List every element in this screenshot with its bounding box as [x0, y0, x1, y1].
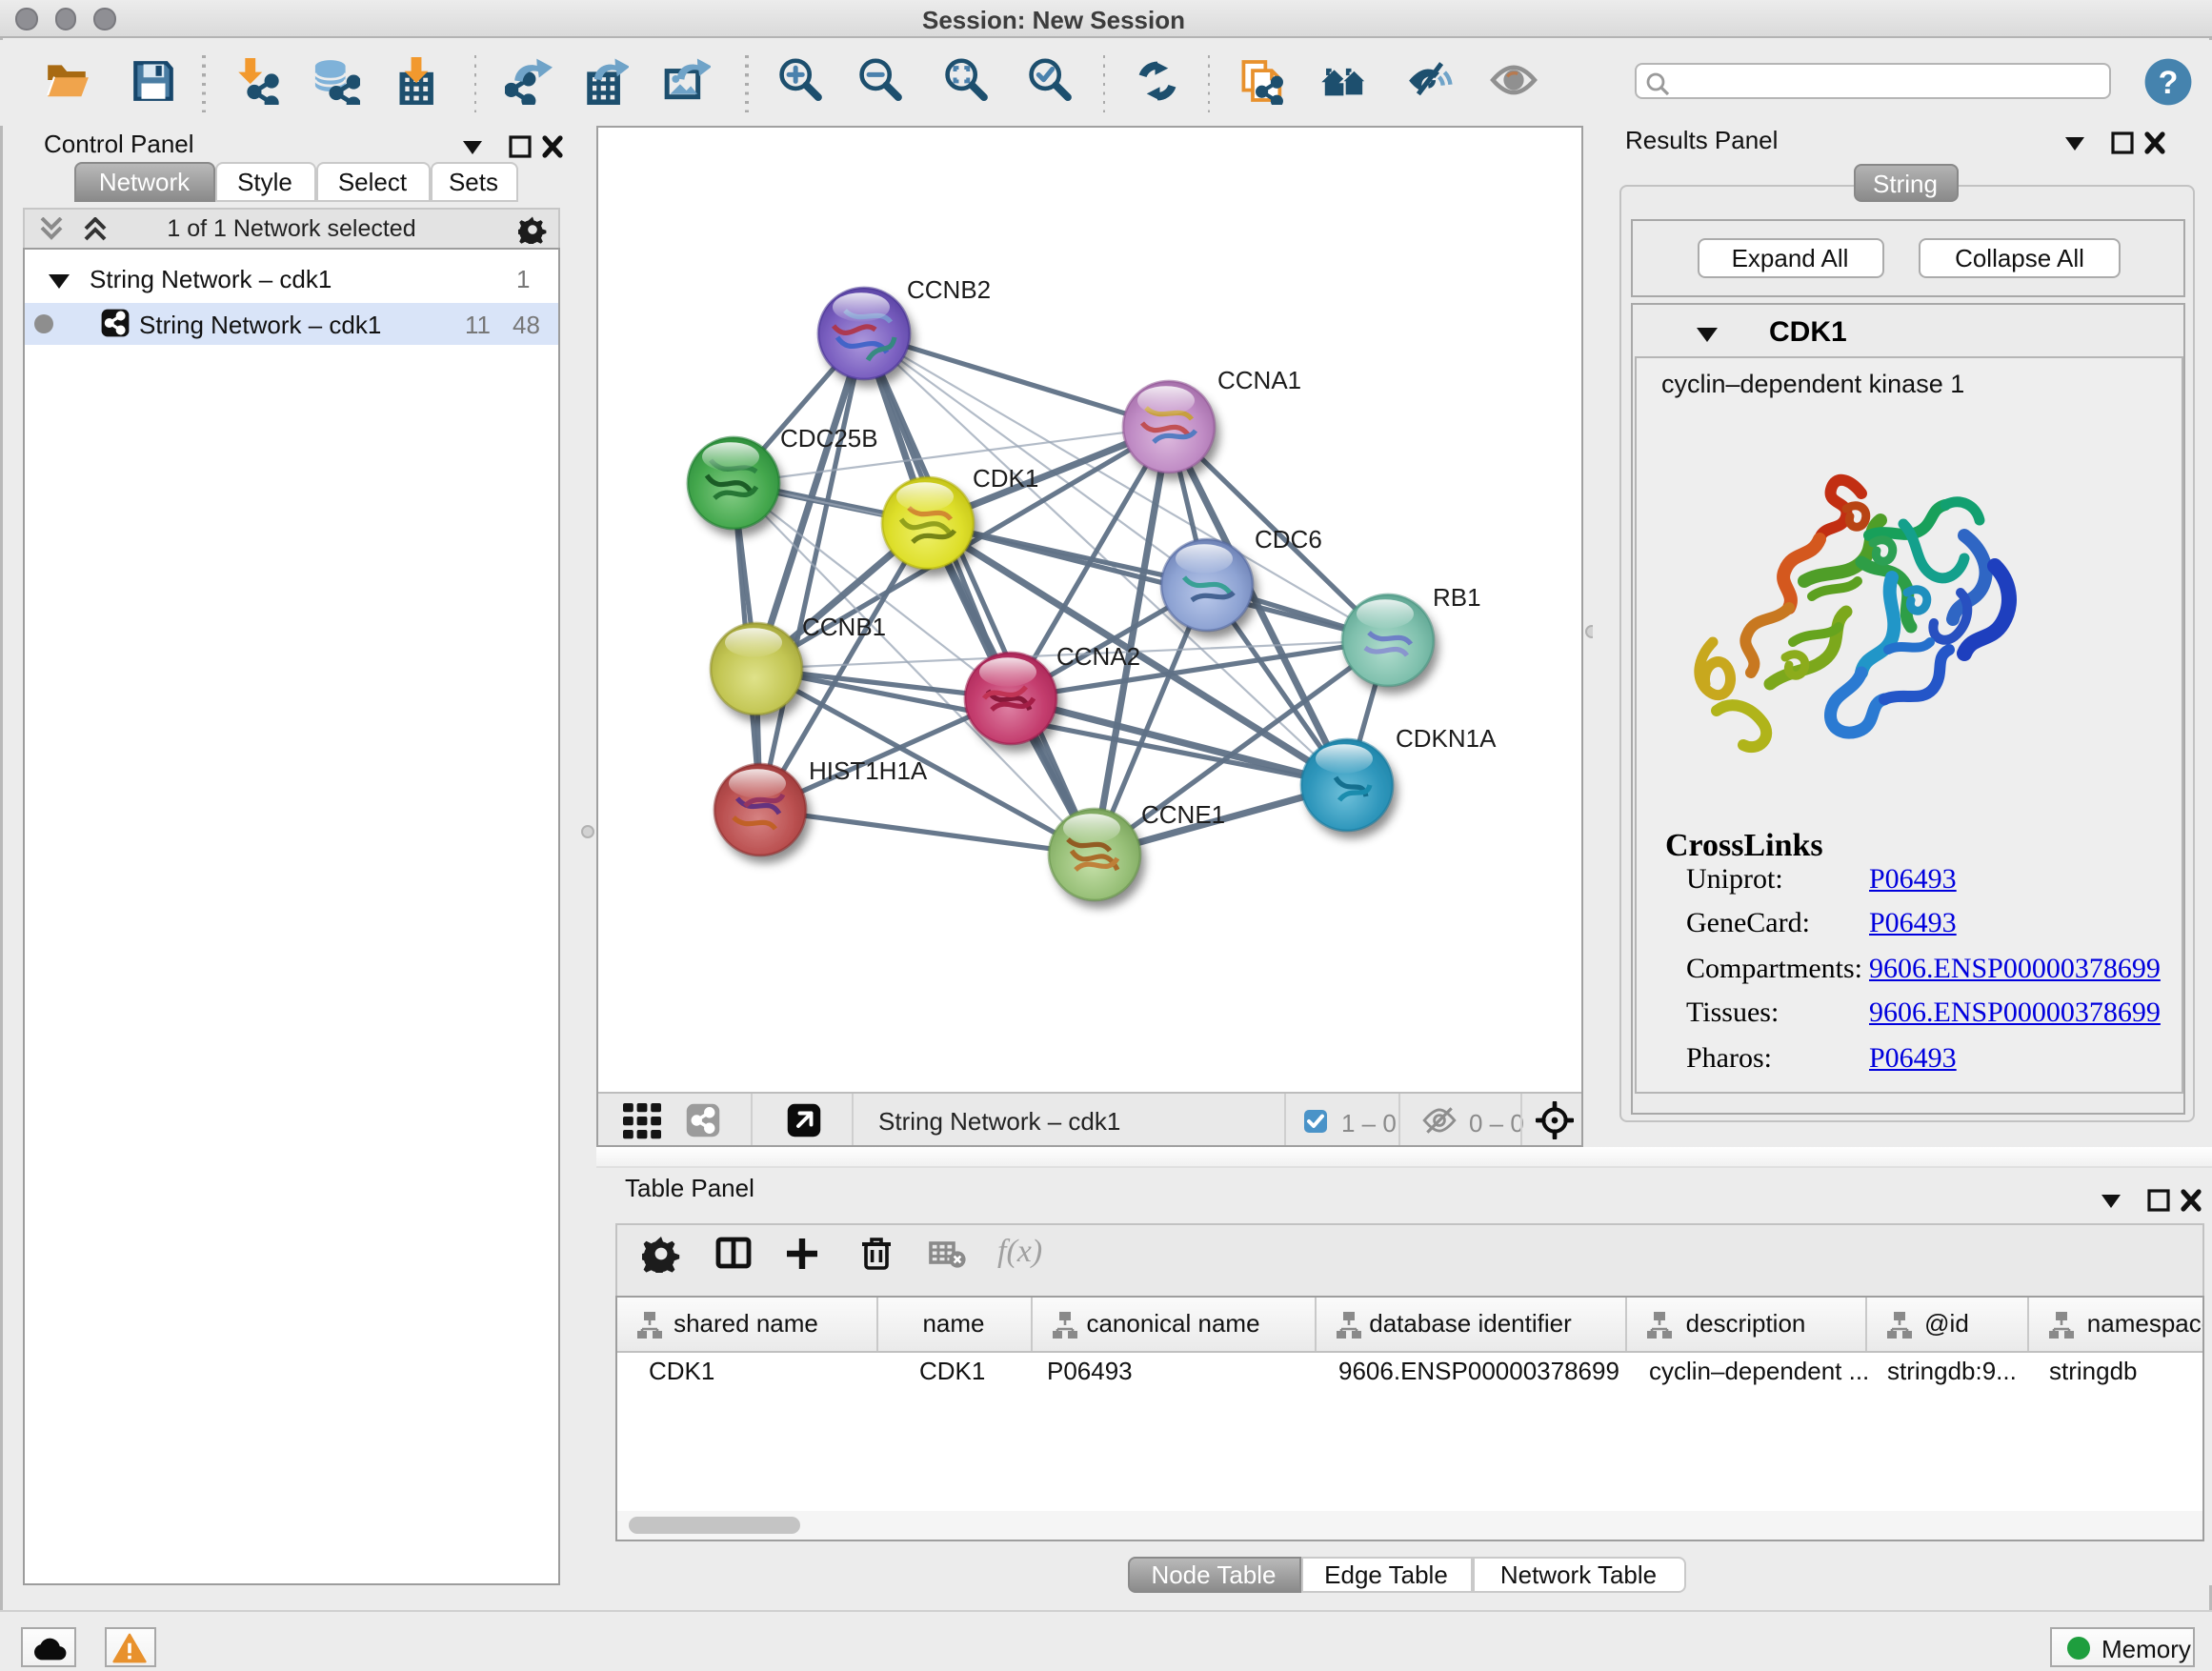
svg-text:CDC6: CDC6	[1255, 525, 1322, 554]
svg-text:CCNB2: CCNB2	[907, 275, 991, 304]
svg-text:CCNA1: CCNA1	[1217, 366, 1301, 394]
svg-text:CDKN1A: CDKN1A	[1396, 724, 1497, 753]
svg-text:CCNA2: CCNA2	[1056, 642, 1140, 671]
svg-text:CDK1: CDK1	[973, 464, 1038, 493]
svg-text:CCNE1: CCNE1	[1141, 800, 1225, 829]
svg-text:RB1: RB1	[1433, 583, 1481, 612]
svg-text:?: ?	[2158, 64, 2178, 100]
svg-text:CCNB1: CCNB1	[802, 613, 886, 641]
svg-text:HIST1H1A: HIST1H1A	[809, 756, 928, 785]
svg-text:CDC25B: CDC25B	[780, 424, 878, 453]
